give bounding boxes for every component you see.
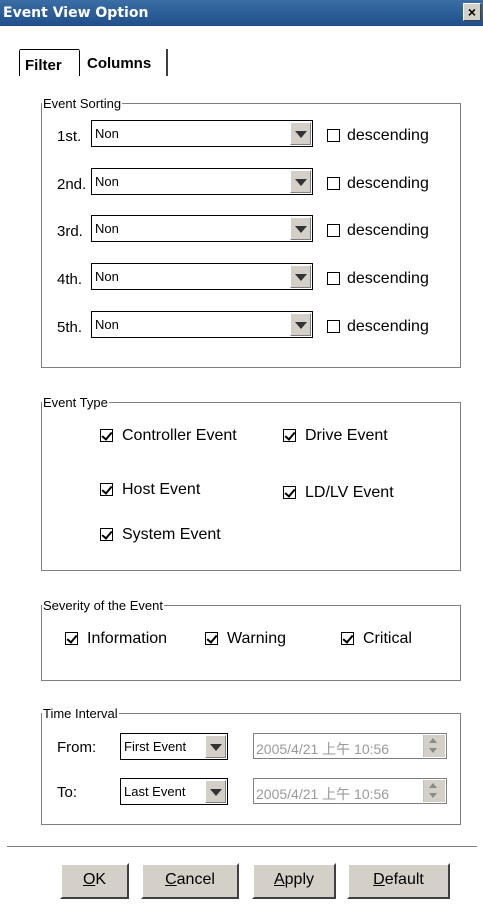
to-select[interactable]: Last Event bbox=[120, 778, 228, 805]
tab-columns-label: Columns bbox=[87, 55, 152, 72]
title-bar: Event View Option × bbox=[0, 0, 483, 26]
sort-5-value: Non bbox=[95, 317, 119, 332]
chevron-down-icon[interactable] bbox=[290, 122, 311, 145]
chevron-down-icon[interactable] bbox=[290, 170, 311, 193]
sort-3-descending-label: descending bbox=[347, 222, 429, 239]
warning-checkbox[interactable] bbox=[205, 632, 218, 645]
sort-5-descending-checkbox[interactable] bbox=[327, 320, 340, 333]
apply-mnemonic: A bbox=[273, 871, 285, 888]
sort-2-select[interactable]: Non bbox=[91, 168, 313, 195]
sort-3-descending-checkbox[interactable] bbox=[327, 224, 340, 237]
ok-label: K bbox=[95, 871, 107, 888]
chevron-down-icon[interactable] bbox=[205, 735, 226, 758]
sort-3-value: Non bbox=[95, 221, 119, 236]
critical-checkbox[interactable] bbox=[341, 632, 354, 645]
sort-4-descending-label: descending bbox=[347, 270, 429, 287]
tab-columns[interactable]: Columns bbox=[82, 49, 168, 76]
default-mnemonic: D bbox=[373, 871, 385, 888]
sort-1-select[interactable]: Non bbox=[91, 120, 313, 147]
information-checkbox[interactable] bbox=[65, 632, 78, 645]
spinner-icon[interactable] bbox=[423, 780, 445, 802]
cancel-label: ancel bbox=[176, 871, 215, 888]
close-button[interactable]: × bbox=[463, 3, 481, 21]
apply-button[interactable]: Apply bbox=[252, 863, 336, 899]
to-label: To: bbox=[57, 784, 78, 801]
sort-1-value: Non bbox=[95, 126, 119, 141]
sort-2-label: 2nd. bbox=[57, 176, 87, 193]
bottom-separator bbox=[7, 846, 477, 850]
chevron-down-icon[interactable] bbox=[290, 313, 311, 336]
severity-legend: Severity of the Event bbox=[43, 598, 163, 613]
chevron-down-icon[interactable] bbox=[290, 217, 311, 240]
sort-5-descending-label: descending bbox=[347, 318, 429, 335]
default-button[interactable]: Default bbox=[347, 863, 450, 899]
sort-3-label: 3rd. bbox=[57, 223, 83, 240]
host-event-checkbox[interactable] bbox=[100, 483, 113, 496]
time-interval-legend: Time Interval bbox=[43, 706, 118, 721]
sort-4-label: 4th. bbox=[57, 271, 83, 288]
warning-label: Warning bbox=[227, 630, 286, 647]
sort-1-label: 1st. bbox=[57, 128, 82, 145]
system-event-checkbox[interactable] bbox=[100, 528, 113, 541]
sort-4-descending-checkbox[interactable] bbox=[327, 272, 340, 285]
from-value: First Event bbox=[124, 739, 187, 754]
from-time-value: 2005/4/21 上午 10:56 bbox=[256, 741, 390, 757]
tab-filter[interactable]: Filter bbox=[19, 49, 80, 76]
to-value: Last Event bbox=[124, 784, 186, 799]
event-sorting-legend: Event Sorting bbox=[43, 96, 122, 111]
sort-1-descending-label: descending bbox=[347, 127, 429, 144]
drive-event-checkbox[interactable] bbox=[283, 429, 296, 442]
apply-label: pply bbox=[284, 871, 315, 888]
from-time-spinner[interactable]: 2005/4/21 上午 10:56 bbox=[253, 733, 447, 759]
chevron-down-icon[interactable] bbox=[290, 265, 311, 288]
sort-3-select[interactable]: Non bbox=[91, 215, 313, 242]
sort-1-descending-checkbox[interactable] bbox=[327, 129, 340, 142]
sort-2-descending-label: descending bbox=[347, 175, 429, 192]
sort-2-value: Non bbox=[95, 174, 119, 189]
from-select[interactable]: First Event bbox=[120, 733, 228, 760]
cancel-button[interactable]: Cancel bbox=[141, 863, 239, 899]
drive-event-label: Drive Event bbox=[305, 427, 388, 444]
sort-5-select[interactable]: Non bbox=[91, 311, 313, 338]
controller-event-label: Controller Event bbox=[122, 427, 237, 444]
window-title: Event View Option bbox=[3, 5, 149, 21]
ldlv-event-checkbox[interactable] bbox=[283, 486, 296, 499]
controller-event-checkbox[interactable] bbox=[100, 429, 113, 442]
critical-label: Critical bbox=[363, 630, 412, 647]
information-label: Information bbox=[87, 630, 168, 647]
sort-5-label: 5th. bbox=[57, 319, 83, 336]
sort-2-descending-checkbox[interactable] bbox=[327, 177, 340, 190]
to-time-value: 2005/4/21 上午 10:56 bbox=[256, 786, 390, 802]
tab-filter-label: Filter bbox=[25, 57, 62, 74]
chevron-down-icon[interactable] bbox=[205, 780, 226, 803]
sort-4-value: Non bbox=[95, 269, 119, 284]
time-interval-group: Time Interval bbox=[41, 706, 461, 825]
sort-4-select[interactable]: Non bbox=[91, 263, 313, 290]
event-type-legend: Event Type bbox=[43, 395, 108, 410]
ok-button[interactable]: OK bbox=[60, 863, 129, 899]
cancel-mnemonic: C bbox=[165, 871, 177, 888]
host-event-label: Host Event bbox=[122, 481, 201, 498]
ldlv-event-label: LD/LV Event bbox=[305, 484, 394, 501]
default-label: efault bbox=[384, 871, 424, 888]
ok-mnemonic: O bbox=[82, 871, 96, 888]
spinner-icon[interactable] bbox=[423, 735, 445, 757]
system-event-label: System Event bbox=[122, 526, 221, 543]
from-label: From: bbox=[57, 739, 97, 756]
to-time-spinner[interactable]: 2005/4/21 上午 10:56 bbox=[253, 778, 447, 804]
